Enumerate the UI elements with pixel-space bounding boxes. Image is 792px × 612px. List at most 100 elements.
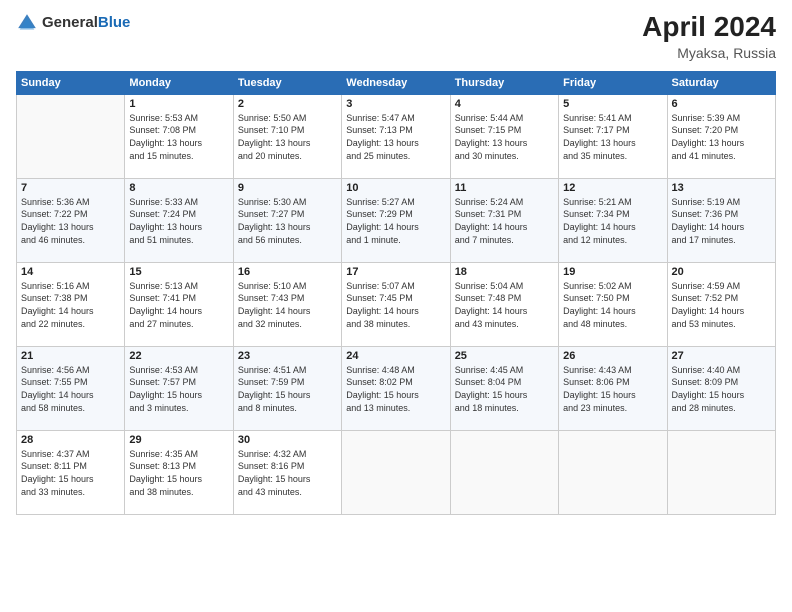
day-number: 30 xyxy=(238,434,337,446)
day-cell: 5 Sunrise: 5:41 AMSunset: 7:17 PMDaylight… xyxy=(559,94,667,178)
day-cell xyxy=(342,430,450,514)
title-month: April 2024 xyxy=(642,12,776,43)
day-info: Sunrise: 4:32 AMSunset: 8:16 PMDaylight:… xyxy=(238,448,337,498)
day-info: Sunrise: 4:48 AMSunset: 8:02 PMDaylight:… xyxy=(346,364,445,414)
day-info: Sunrise: 5:02 AMSunset: 7:50 PMDaylight:… xyxy=(563,280,662,330)
day-cell: 3 Sunrise: 5:47 AMSunset: 7:13 PMDaylight… xyxy=(342,94,450,178)
day-number: 6 xyxy=(672,98,771,110)
day-cell: 2 Sunrise: 5:50 AMSunset: 7:10 PMDaylight… xyxy=(233,94,341,178)
day-cell: 19 Sunrise: 5:02 AMSunset: 7:50 PMDayligh… xyxy=(559,262,667,346)
day-number: 4 xyxy=(455,98,554,110)
day-cell xyxy=(17,94,125,178)
day-info: Sunrise: 5:47 AMSunset: 7:13 PMDaylight:… xyxy=(346,112,445,162)
week-row-3: 14Sunrise: 5:16 AMSunset: 7:38 PMDayligh… xyxy=(17,262,776,346)
col-header-monday: Monday xyxy=(125,71,233,94)
day-number: 17 xyxy=(346,266,445,278)
day-info: Sunrise: 4:40 AMSunset: 8:09 PMDaylight:… xyxy=(672,364,771,414)
day-info: Sunrise: 5:07 AMSunset: 7:45 PMDaylight:… xyxy=(346,280,445,330)
day-cell xyxy=(559,430,667,514)
week-row-1: 1 Sunrise: 5:53 AMSunset: 7:08 PMDaylight… xyxy=(17,94,776,178)
day-cell xyxy=(667,430,775,514)
day-info: Sunrise: 4:53 AMSunset: 7:57 PMDaylight:… xyxy=(129,364,228,414)
logo-icon xyxy=(16,12,38,34)
col-header-wednesday: Wednesday xyxy=(342,71,450,94)
day-cell: 17 Sunrise: 5:07 AMSunset: 7:45 PMDayligh… xyxy=(342,262,450,346)
day-number: 1 xyxy=(129,98,228,110)
col-header-tuesday: Tuesday xyxy=(233,71,341,94)
logo: GeneralBlue xyxy=(16,12,130,34)
day-cell: 18 Sunrise: 5:04 AMSunset: 7:48 PMDayligh… xyxy=(450,262,558,346)
day-cell: 12 Sunrise: 5:21 AMSunset: 7:34 PMDayligh… xyxy=(559,178,667,262)
week-row-2: 7 Sunrise: 5:36 AMSunset: 7:22 PMDaylight… xyxy=(17,178,776,262)
day-cell: 9Sunrise: 5:30 AMSunset: 7:27 PMDaylight… xyxy=(233,178,341,262)
day-cell: 1 Sunrise: 5:53 AMSunset: 7:08 PMDaylight… xyxy=(125,94,233,178)
col-header-saturday: Saturday xyxy=(667,71,775,94)
day-number: 7 xyxy=(21,182,120,194)
day-cell: 10 Sunrise: 5:27 AMSunset: 7:29 PMDayligh… xyxy=(342,178,450,262)
day-number: 16 xyxy=(238,266,337,278)
day-number: 5 xyxy=(563,98,662,110)
day-number: 27 xyxy=(672,350,771,362)
day-number: 13 xyxy=(672,182,771,194)
col-header-friday: Friday xyxy=(559,71,667,94)
day-info: Sunrise: 5:24 AMSunset: 7:31 PMDaylight:… xyxy=(455,196,554,246)
day-info: Sunrise: 4:43 AMSunset: 8:06 PMDaylight:… xyxy=(563,364,662,414)
day-info: Sunrise: 5:10 AMSunset: 7:43 PMDaylight:… xyxy=(238,280,337,330)
day-cell: 26Sunrise: 4:43 AMSunset: 8:06 PMDayligh… xyxy=(559,346,667,430)
week-row-4: 21Sunrise: 4:56 AMSunset: 7:55 PMDayligh… xyxy=(17,346,776,430)
day-number: 28 xyxy=(21,434,120,446)
day-number: 22 xyxy=(129,350,228,362)
day-info: Sunrise: 5:21 AMSunset: 7:34 PMDaylight:… xyxy=(563,196,662,246)
day-number: 21 xyxy=(21,350,120,362)
day-number: 24 xyxy=(346,350,445,362)
calendar-header-row: SundayMondayTuesdayWednesdayThursdayFrid… xyxy=(17,71,776,94)
day-number: 15 xyxy=(129,266,228,278)
day-number: 12 xyxy=(563,182,662,194)
logo-general: General xyxy=(42,14,98,31)
day-number: 3 xyxy=(346,98,445,110)
day-number: 23 xyxy=(238,350,337,362)
day-number: 10 xyxy=(346,182,445,194)
day-cell: 6 Sunrise: 5:39 AMSunset: 7:20 PMDaylight… xyxy=(667,94,775,178)
day-number: 25 xyxy=(455,350,554,362)
page: GeneralBlue April 2024 Myaksa, Russia Su… xyxy=(0,0,792,523)
day-number: 11 xyxy=(455,182,554,194)
week-row-5: 28 Sunrise: 4:37 AMSunset: 8:11 PMDayligh… xyxy=(17,430,776,514)
day-info: Sunrise: 5:50 AMSunset: 7:10 PMDaylight:… xyxy=(238,112,337,162)
day-info: Sunrise: 4:35 AMSunset: 8:13 PMDaylight:… xyxy=(129,448,228,498)
day-cell: 25Sunrise: 4:45 AMSunset: 8:04 PMDayligh… xyxy=(450,346,558,430)
day-number: 8 xyxy=(129,182,228,194)
day-info: Sunrise: 5:27 AMSunset: 7:29 PMDaylight:… xyxy=(346,196,445,246)
day-cell: 28 Sunrise: 4:37 AMSunset: 8:11 PMDayligh… xyxy=(17,430,125,514)
header: GeneralBlue April 2024 Myaksa, Russia xyxy=(16,12,776,61)
day-number: 2 xyxy=(238,98,337,110)
day-cell: 16 Sunrise: 5:10 AMSunset: 7:43 PMDayligh… xyxy=(233,262,341,346)
day-info: Sunrise: 5:36 AMSunset: 7:22 PMDaylight:… xyxy=(21,196,120,246)
day-number: 18 xyxy=(455,266,554,278)
day-info: Sunrise: 5:44 AMSunset: 7:15 PMDaylight:… xyxy=(455,112,554,162)
day-number: 19 xyxy=(563,266,662,278)
col-header-thursday: Thursday xyxy=(450,71,558,94)
day-cell: 8 Sunrise: 5:33 AMSunset: 7:24 PMDaylight… xyxy=(125,178,233,262)
title-location: Myaksa, Russia xyxy=(642,45,776,61)
logo-blue: Blue xyxy=(98,14,131,31)
day-info: Sunrise: 5:19 AMSunset: 7:36 PMDaylight:… xyxy=(672,196,771,246)
day-cell: 23 Sunrise: 4:51 AMSunset: 7:59 PMDayligh… xyxy=(233,346,341,430)
day-info: Sunrise: 5:13 AMSunset: 7:41 PMDaylight:… xyxy=(129,280,228,330)
day-info: Sunrise: 5:04 AMSunset: 7:48 PMDaylight:… xyxy=(455,280,554,330)
day-info: Sunrise: 5:41 AMSunset: 7:17 PMDaylight:… xyxy=(563,112,662,162)
day-info: Sunrise: 5:16 AMSunset: 7:38 PMDaylight:… xyxy=(21,280,120,330)
day-info: Sunrise: 5:33 AMSunset: 7:24 PMDaylight:… xyxy=(129,196,228,246)
day-info: Sunrise: 5:53 AMSunset: 7:08 PMDaylight:… xyxy=(129,112,228,162)
day-cell: 20Sunrise: 4:59 AMSunset: 7:52 PMDayligh… xyxy=(667,262,775,346)
day-cell: 7 Sunrise: 5:36 AMSunset: 7:22 PMDaylight… xyxy=(17,178,125,262)
day-info: Sunrise: 4:37 AMSunset: 8:11 PMDaylight:… xyxy=(21,448,120,498)
day-info: Sunrise: 4:51 AMSunset: 7:59 PMDaylight:… xyxy=(238,364,337,414)
day-number: 29 xyxy=(129,434,228,446)
day-cell: 30 Sunrise: 4:32 AMSunset: 8:16 PMDayligh… xyxy=(233,430,341,514)
calendar: SundayMondayTuesdayWednesdayThursdayFrid… xyxy=(16,71,776,515)
day-info: Sunrise: 5:39 AMSunset: 7:20 PMDaylight:… xyxy=(672,112,771,162)
day-cell: 13 Sunrise: 5:19 AMSunset: 7:36 PMDayligh… xyxy=(667,178,775,262)
day-cell: 11 Sunrise: 5:24 AMSunset: 7:31 PMDayligh… xyxy=(450,178,558,262)
day-cell: 27 Sunrise: 4:40 AMSunset: 8:09 PMDayligh… xyxy=(667,346,775,430)
